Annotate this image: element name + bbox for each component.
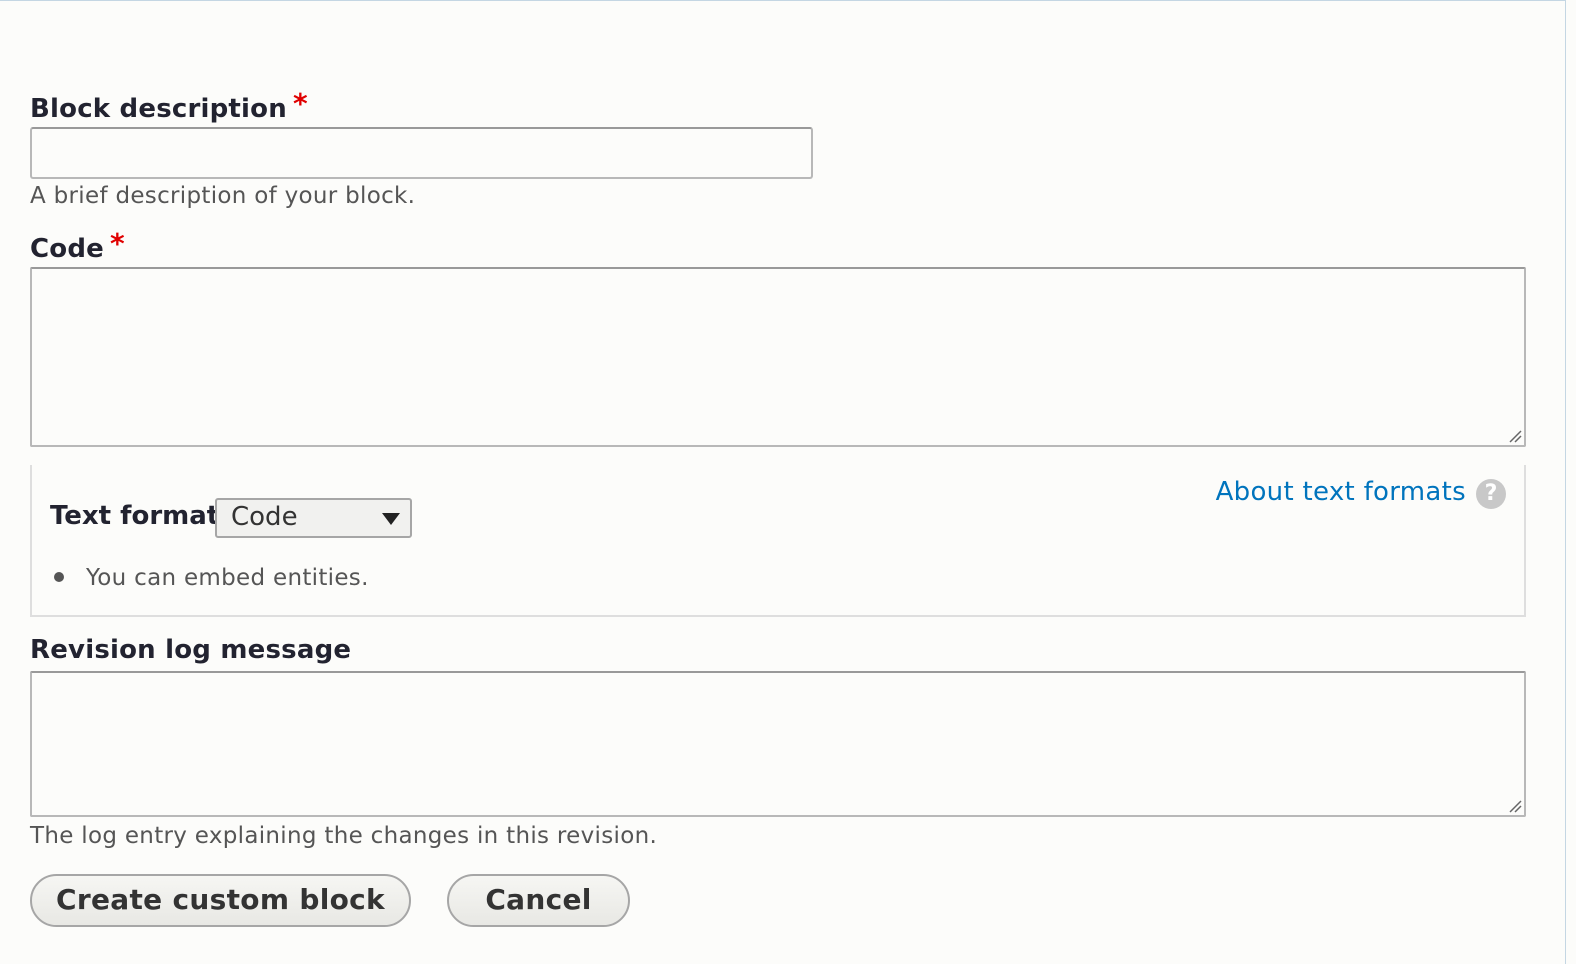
revision-log-help: The log entry explaining the changes in … — [30, 823, 658, 849]
dropdown-arrow-icon — [382, 513, 400, 525]
text-format-wrapper: Text format Code About text formats ? Yo… — [30, 465, 1526, 617]
required-marker: * — [110, 227, 125, 260]
tip-text: You can embed entities. — [86, 565, 369, 591]
create-custom-block-button[interactable]: Create custom block — [30, 874, 411, 927]
form-container: Block description * A brief description o… — [0, 0, 1566, 964]
text-format-label: Text format — [50, 501, 220, 531]
block-description-input[interactable] — [30, 127, 813, 179]
help-icon[interactable]: ? — [1476, 479, 1506, 509]
code-textarea[interactable] — [30, 267, 1526, 447]
block-description-help: A brief description of your block. — [30, 183, 416, 209]
revision-log-textarea[interactable] — [30, 671, 1526, 817]
block-description-label: Block description * — [30, 87, 308, 124]
resize-grip-icon[interactable] — [1508, 799, 1522, 813]
block-description-label-text: Block description — [30, 94, 287, 124]
text-format-selected: Code — [231, 502, 298, 532]
about-text-formats-link[interactable]: About text formats — [1216, 477, 1466, 507]
text-format-tip: You can embed entities. — [54, 565, 369, 591]
revision-log-label: Revision log message — [30, 635, 352, 665]
code-label: Code * — [30, 227, 125, 264]
cancel-button[interactable]: Cancel — [447, 874, 630, 927]
required-marker: * — [292, 87, 308, 120]
text-format-select[interactable]: Code — [215, 498, 412, 538]
code-label-text: Code — [30, 234, 104, 264]
resize-grip-icon[interactable] — [1508, 429, 1522, 443]
bullet-icon — [54, 572, 64, 582]
